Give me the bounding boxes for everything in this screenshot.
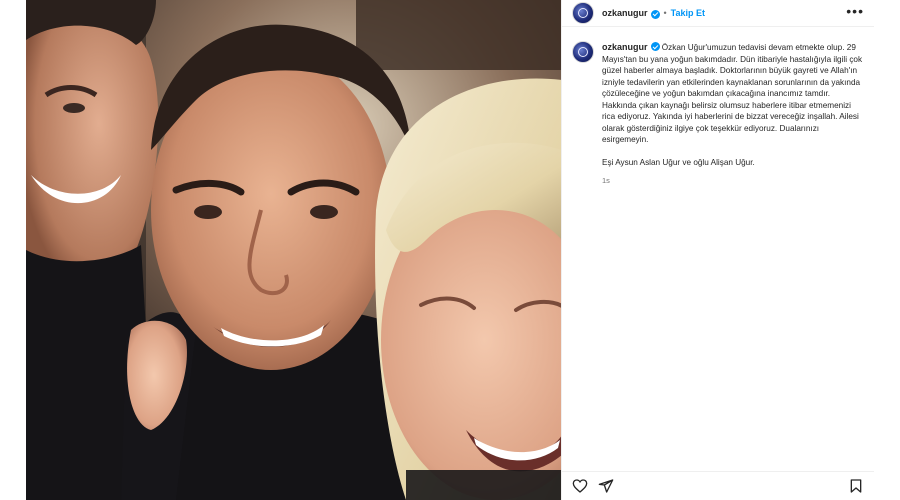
username-link[interactable]: ozkanugur	[602, 8, 648, 18]
caption-verified-badge-icon	[650, 42, 660, 51]
separator-dot: •	[663, 8, 667, 18]
heart-icon[interactable]	[572, 478, 588, 494]
post-header: ozkanugur • Takip Et •••	[562, 0, 874, 27]
post-timestamp[interactable]: 1s	[602, 175, 864, 187]
send-icon[interactable]	[598, 478, 614, 494]
bookmark-icon[interactable]	[848, 478, 864, 494]
profile-avatar[interactable]	[572, 2, 594, 24]
more-options-icon[interactable]: •••	[846, 4, 864, 20]
caption-section: ozkanugur Özkan Uğur'umuzun tedavisi dev…	[562, 27, 874, 500]
follow-button[interactable]: Takip Et	[671, 8, 705, 18]
verified-badge-icon	[650, 9, 660, 19]
caption-body: ozkanugur Özkan Uğur'umuzun tedavisi dev…	[602, 41, 864, 500]
caption-avatar[interactable]	[572, 41, 594, 63]
photo-illustration	[26, 0, 561, 500]
caption-username-link[interactable]: ozkanugur	[602, 42, 648, 52]
instagram-post: ozkanugur • Takip Et ••• ozkanugur Özkan…	[26, 0, 874, 500]
post-actions-bar	[562, 471, 874, 500]
post-sidebar: ozkanugur • Takip Et ••• ozkanugur Özkan…	[561, 0, 874, 500]
post-photo[interactable]	[26, 0, 561, 500]
caption-text: Özkan Uğur'umuzun tedavisi devam etmekte…	[602, 43, 863, 167]
